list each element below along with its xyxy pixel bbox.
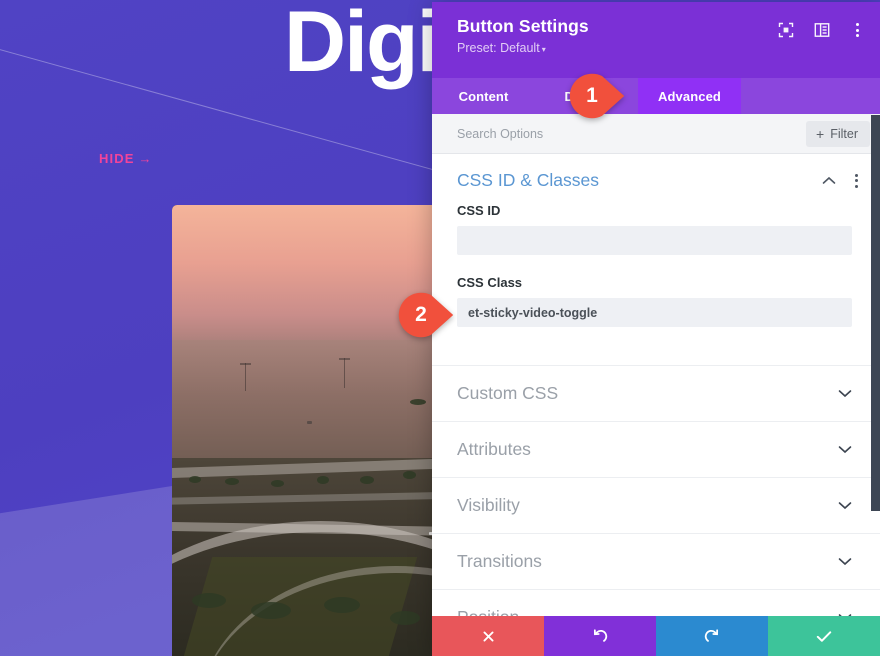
- screenshot-root: Digit HIDE → Button Settings Preset: Def…: [0, 0, 880, 656]
- chevron-up-icon[interactable]: [822, 174, 836, 187]
- callout-marker-2: 2: [398, 292, 454, 338]
- plus-icon: +: [816, 125, 825, 142]
- pylon-icon: [339, 358, 349, 389]
- bush-shape: [224, 477, 239, 485]
- bush-shape: [360, 475, 375, 484]
- modal-body-scroll[interactable]: CSS ID & Classes CSS ID CSS Class et-sti…: [432, 154, 880, 616]
- bush-shape: [409, 398, 426, 405]
- close-icon: [483, 631, 493, 641]
- section-label: Visibility: [457, 495, 520, 515]
- field-label: CSS Class: [457, 275, 523, 290]
- section-transitions[interactable]: Transitions: [432, 533, 880, 589]
- callout-number: 1: [586, 84, 598, 107]
- redo-button[interactable]: [656, 616, 768, 656]
- chevron-down-icon[interactable]: [838, 387, 852, 400]
- chevron-down-icon[interactable]: [838, 611, 852, 616]
- modal-header: Button Settings Preset: Default ▾: [432, 2, 880, 78]
- callout-number: 2: [415, 303, 427, 326]
- section-label: Custom CSS: [457, 383, 559, 403]
- section-position[interactable]: Position: [432, 589, 880, 616]
- tabs-filler: [741, 78, 880, 114]
- field-css-id: CSS ID: [432, 203, 880, 255]
- section-custom-css[interactable]: Custom CSS: [432, 365, 880, 421]
- checkmark-icon: [816, 630, 832, 642]
- chevron-down-icon[interactable]: [838, 443, 852, 456]
- button-settings-modal: Button Settings Preset: Default ▾ Conten…: [432, 2, 880, 656]
- arrow-right-icon: →: [138, 151, 153, 166]
- section-attributes[interactable]: Attributes: [432, 421, 880, 477]
- modal-scrollbar[interactable]: [871, 115, 880, 511]
- filter-button-label: Filter: [830, 126, 858, 141]
- tab-content[interactable]: Content: [432, 78, 535, 114]
- bush-shape: [317, 475, 330, 484]
- section-title: CSS ID & Classes: [457, 170, 599, 190]
- filter-button[interactable]: + Filter: [806, 120, 870, 147]
- section-label: Position: [457, 607, 838, 616]
- undo-icon: [593, 629, 608, 642]
- bush-shape: [191, 592, 226, 608]
- bush-shape: [389, 610, 420, 625]
- search-row: + Filter: [432, 114, 880, 154]
- modal-action-bar: [432, 616, 880, 656]
- modal-tabs: Content Design Advanced: [432, 78, 880, 114]
- undo-button[interactable]: [544, 616, 656, 656]
- cancel-button[interactable]: [432, 616, 544, 656]
- hide-link-label: HIDE: [99, 151, 135, 166]
- chevron-down-icon[interactable]: [838, 499, 852, 512]
- save-button[interactable]: [768, 616, 880, 656]
- css-id-input[interactable]: [457, 226, 852, 255]
- tab-advanced[interactable]: Advanced: [638, 78, 741, 114]
- callout-marker-1: 1: [569, 73, 625, 119]
- header-icon-group: [778, 22, 864, 38]
- field-css-class: CSS Class: [432, 275, 880, 327]
- chevron-down-icon: ▾: [541, 45, 546, 54]
- hide-link[interactable]: HIDE →: [99, 151, 153, 166]
- pylon-icon: [240, 362, 250, 391]
- search-input[interactable]: [457, 126, 807, 141]
- layout-panel-icon[interactable]: [814, 22, 830, 38]
- bush-shape: [251, 601, 292, 619]
- css-class-input[interactable]: [457, 298, 852, 327]
- bush-shape: [188, 475, 201, 483]
- focus-target-icon[interactable]: [778, 22, 794, 38]
- css-id-classes-section-header[interactable]: CSS ID & Classes: [432, 154, 880, 203]
- section-label: Attributes: [457, 439, 531, 459]
- section-kebab-menu-icon[interactable]: [850, 173, 862, 188]
- redo-icon: [704, 629, 719, 642]
- preset-selector[interactable]: Preset: Default ▾: [457, 41, 862, 55]
- field-label: CSS ID: [457, 203, 501, 218]
- chevron-down-icon[interactable]: [838, 555, 852, 568]
- section-label: Transitions: [457, 551, 542, 571]
- preset-label: Preset: Default: [457, 41, 540, 55]
- kebab-menu-icon[interactable]: [850, 22, 864, 38]
- section-visibility[interactable]: Visibility: [432, 477, 880, 533]
